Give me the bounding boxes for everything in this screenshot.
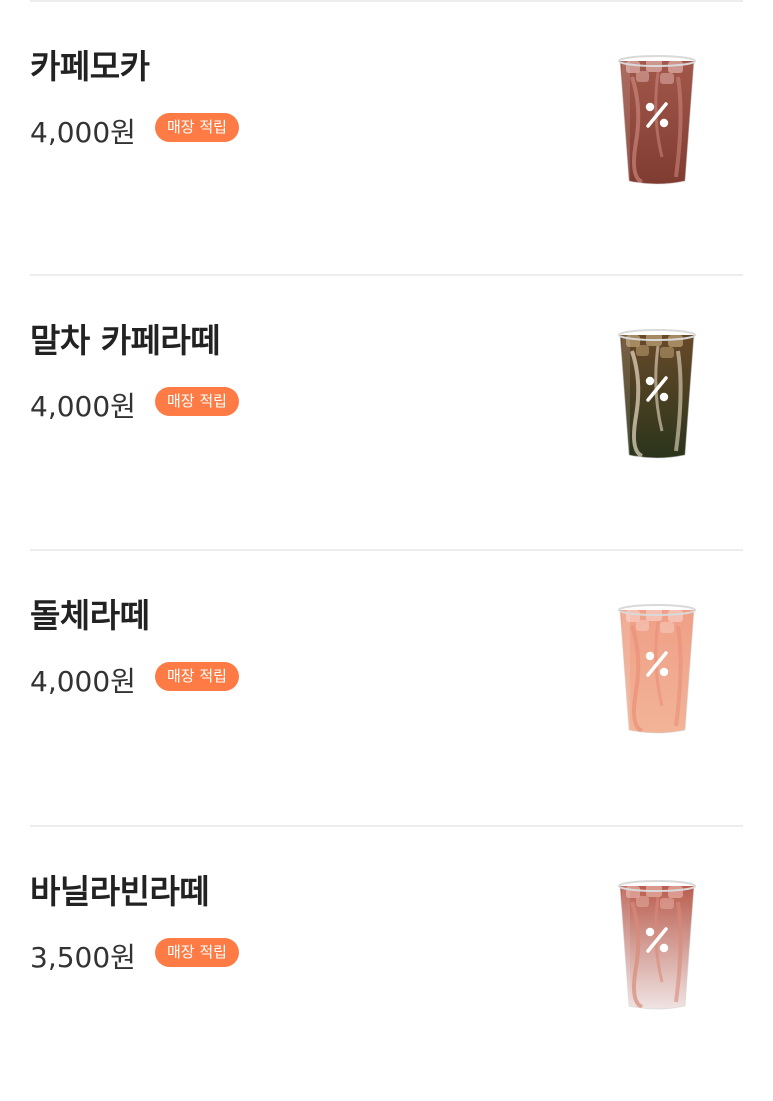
store-points-badge: 매장 적립 [155,113,239,142]
menu-item-price: 3,500원 [30,941,136,974]
menu-item-name: 말차 카페라떼 [30,321,221,360]
drink-image [618,880,696,1010]
drink-image [618,55,696,185]
drink-image [618,329,696,459]
menu-item-name: 카페모카 [30,47,150,86]
menu-item-name: 바닐라빈라떼 [30,872,210,911]
menu-item-cafe-mocha[interactable]: 카페모카 4,000원 매장 적립 [0,2,773,276]
menu-item-name: 돌체라떼 [30,596,150,635]
store-points-badge: 매장 적립 [155,662,239,691]
menu-item-dolce-latte[interactable]: 돌체라떼 4,000원 매장 적립 [0,551,773,825]
menu-item-price: 4,000원 [30,665,136,698]
menu-item-vanilla-bean-latte[interactable]: 바닐라빈라떼 3,500원 매장 적립 [0,827,773,1101]
store-points-badge: 매장 적립 [155,387,239,416]
menu-item-price: 4,000원 [30,390,136,423]
drink-image [618,604,696,734]
store-points-badge: 매장 적립 [155,938,239,967]
menu-item-price: 4,000원 [30,116,136,149]
menu-item-matcha-cafe-latte[interactable]: 말차 카페라떼 4,000원 매장 적립 [0,276,773,550]
